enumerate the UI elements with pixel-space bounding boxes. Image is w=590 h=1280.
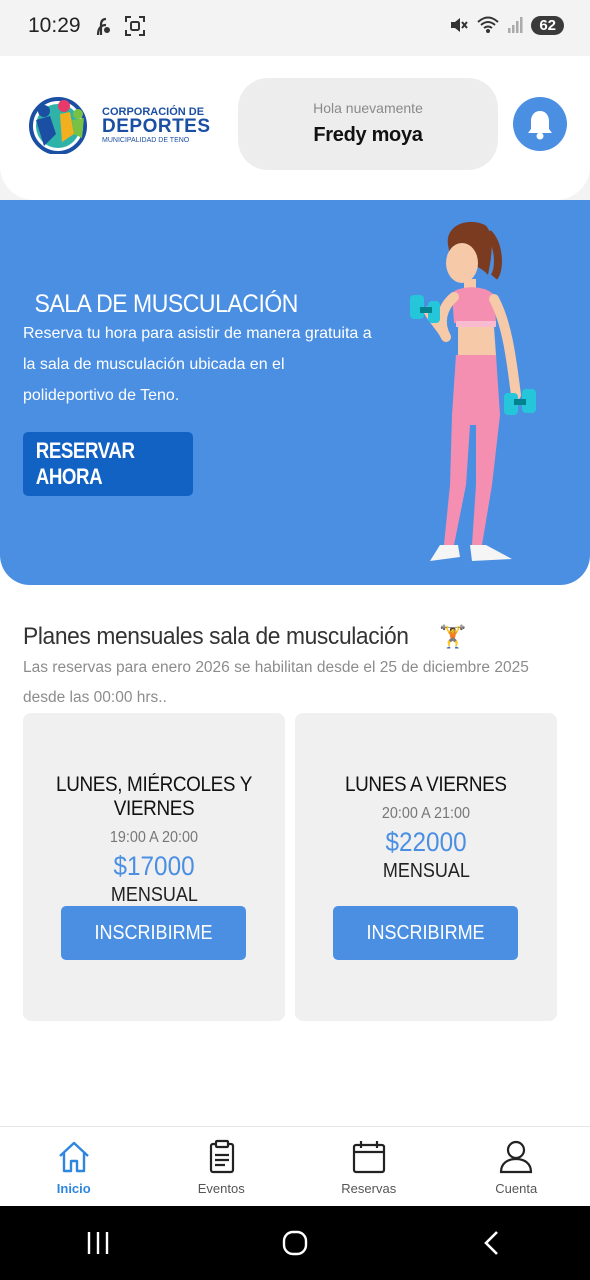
hero-banner: SALA DE MUSCULACIÓN Reserva tu hora para…: [0, 200, 590, 585]
screenshot-icon: [125, 16, 145, 36]
battery-indicator: 62: [531, 15, 564, 35]
fitness-woman-illustration: [410, 221, 536, 561]
status-bar: 10:29 62: [0, 0, 590, 56]
calendar-icon: [352, 1141, 385, 1174]
plan-days: LUNES, MIÉRCOLES Y VIERNES: [56, 773, 252, 820]
plan-price: $22000: [385, 827, 467, 857]
nav-label-reservas: Reservas: [341, 1181, 397, 1196]
plan-days: LUNES A VIERNES: [345, 773, 507, 796]
clipboard-icon: [210, 1139, 235, 1174]
greeting-label: Hola nuevamente: [313, 100, 423, 116]
bottom-nav: Inicio Eventos Reservas Cuenta: [0, 1126, 590, 1206]
nav-item-inicio[interactable]: Inicio: [0, 1127, 148, 1206]
wifi-icon: [477, 16, 499, 33]
nav-item-reservas[interactable]: Reservas: [295, 1127, 443, 1206]
nav-label-eventos: Eventos: [197, 1181, 245, 1196]
nav-item-cuenta[interactable]: Cuenta: [443, 1127, 590, 1206]
status-left-icons: [92, 15, 146, 37]
nav-item-eventos[interactable]: Eventos: [148, 1127, 296, 1206]
recent-apps-icon[interactable]: [83, 1228, 113, 1258]
status-time: 10:29: [28, 14, 81, 37]
plan-card: LUNES A VIERNES 20:00 A 21:00 $22000 MEN…: [295, 713, 557, 1021]
home-button-icon[interactable]: [280, 1228, 310, 1258]
logo-line3: MUNICIPALIDAD DE TENO: [102, 137, 190, 144]
enroll-button[interactable]: INSCRIBIRME: [333, 906, 518, 960]
user-name: Fredy moya: [313, 124, 423, 146]
weightlifter-icon: 🏋️: [439, 624, 467, 649]
home-icon: [58, 1141, 89, 1173]
enroll-button[interactable]: INSCRIBIRME: [61, 906, 246, 960]
system-navigation-bar: [0, 1206, 590, 1280]
plan-period: MENSUAL: [110, 884, 198, 906]
plans-title: Planes mensuales sala de musculación 🏋️: [23, 623, 467, 651]
nav-label-cuenta: Cuenta: [495, 1181, 538, 1196]
signal-icon: [508, 17, 523, 33]
plan-period: MENSUAL: [382, 860, 470, 882]
back-icon[interactable]: [477, 1228, 507, 1258]
plan-hours: 19:00 A 20:00: [109, 829, 199, 846]
status-right-icons: 62: [449, 15, 564, 35]
plans-title-text: Planes mensuales sala de musculación: [23, 623, 409, 650]
header: CORPORACIÓN DE DEPORTES MUNICIPALIDAD DE…: [0, 56, 590, 200]
plan-hours: 20:00 A 21:00: [381, 805, 471, 822]
logo: CORPORACIÓN DE DEPORTES MUNICIPALIDAD DE…: [22, 94, 212, 154]
plans-note: Las reservas para enero 2026 se habilita…: [23, 659, 529, 706]
logo-emblem-icon: [29, 97, 87, 154]
header-card: CORPORACIÓN DE DEPORTES MUNICIPALIDAD DE…: [0, 56, 590, 200]
mute-icon: [451, 18, 469, 32]
nav-label-inicio: Inicio: [56, 1181, 91, 1196]
plan-card: LUNES, MIÉRCOLES Y VIERNES 19:00 A 20:00…: [23, 713, 285, 1021]
logo-line2: DEPORTES: [102, 116, 211, 137]
notification-icon: [96, 17, 110, 36]
reserve-now-button[interactable]: RESERVAR AHORA: [23, 432, 193, 496]
hero-title: SALA DE MUSCULACIÓN: [34, 290, 298, 318]
greeting-box: Hola nuevamente Fredy moya: [238, 78, 498, 170]
user-icon: [500, 1140, 533, 1174]
reserve-now-label: RESERVAR AHORA: [35, 438, 135, 489]
bell-icon: [528, 111, 552, 140]
notifications-button[interactable]: [513, 97, 567, 151]
hero-description: Reserva tu hora para asistir de manera g…: [23, 325, 372, 404]
plan-price: $17000: [113, 851, 195, 881]
